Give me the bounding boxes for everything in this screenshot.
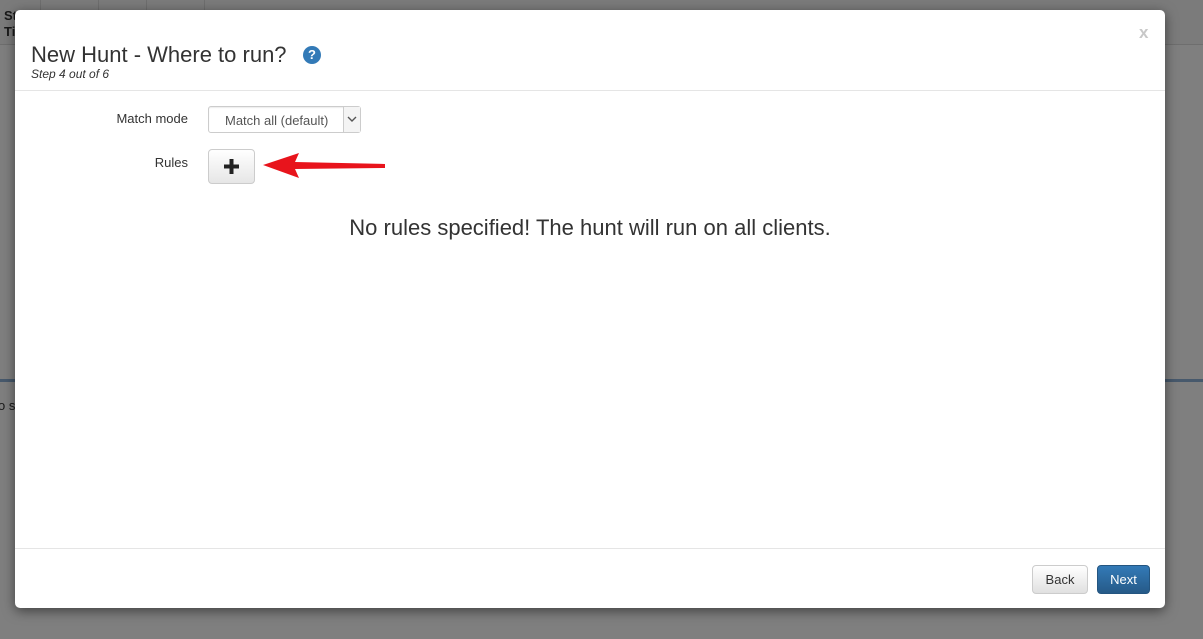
plus-icon xyxy=(224,159,239,174)
question-circle-icon[interactable]: ? xyxy=(303,46,321,64)
chevron-down-icon xyxy=(343,107,360,132)
match-mode-select[interactable]: Match all (default) xyxy=(208,106,361,133)
modal-header: New Hunt - Where to run? ? Step 4 out of… xyxy=(15,10,1165,91)
no-rules-message: No rules specified! The hunt will run on… xyxy=(349,215,831,240)
annotation-arrow-icon xyxy=(263,153,385,178)
next-button[interactable]: Next xyxy=(1097,565,1150,594)
match-mode-label: Match mode xyxy=(116,111,188,126)
modal-step-indicator: Step 4 out of 6 xyxy=(31,67,110,81)
close-icon[interactable]: x xyxy=(1139,24,1148,42)
match-mode-value: Match all (default) xyxy=(225,113,329,128)
modal-title: New Hunt - Where to run? xyxy=(31,42,287,67)
add-rule-button[interactable] xyxy=(208,149,255,184)
new-hunt-dialog: New Hunt - Where to run? ? Step 4 out of… xyxy=(15,10,1165,608)
rules-label: Rules xyxy=(154,155,188,170)
back-button[interactable]: Back xyxy=(1032,565,1088,594)
modal-footer: Back Next xyxy=(15,548,1165,609)
